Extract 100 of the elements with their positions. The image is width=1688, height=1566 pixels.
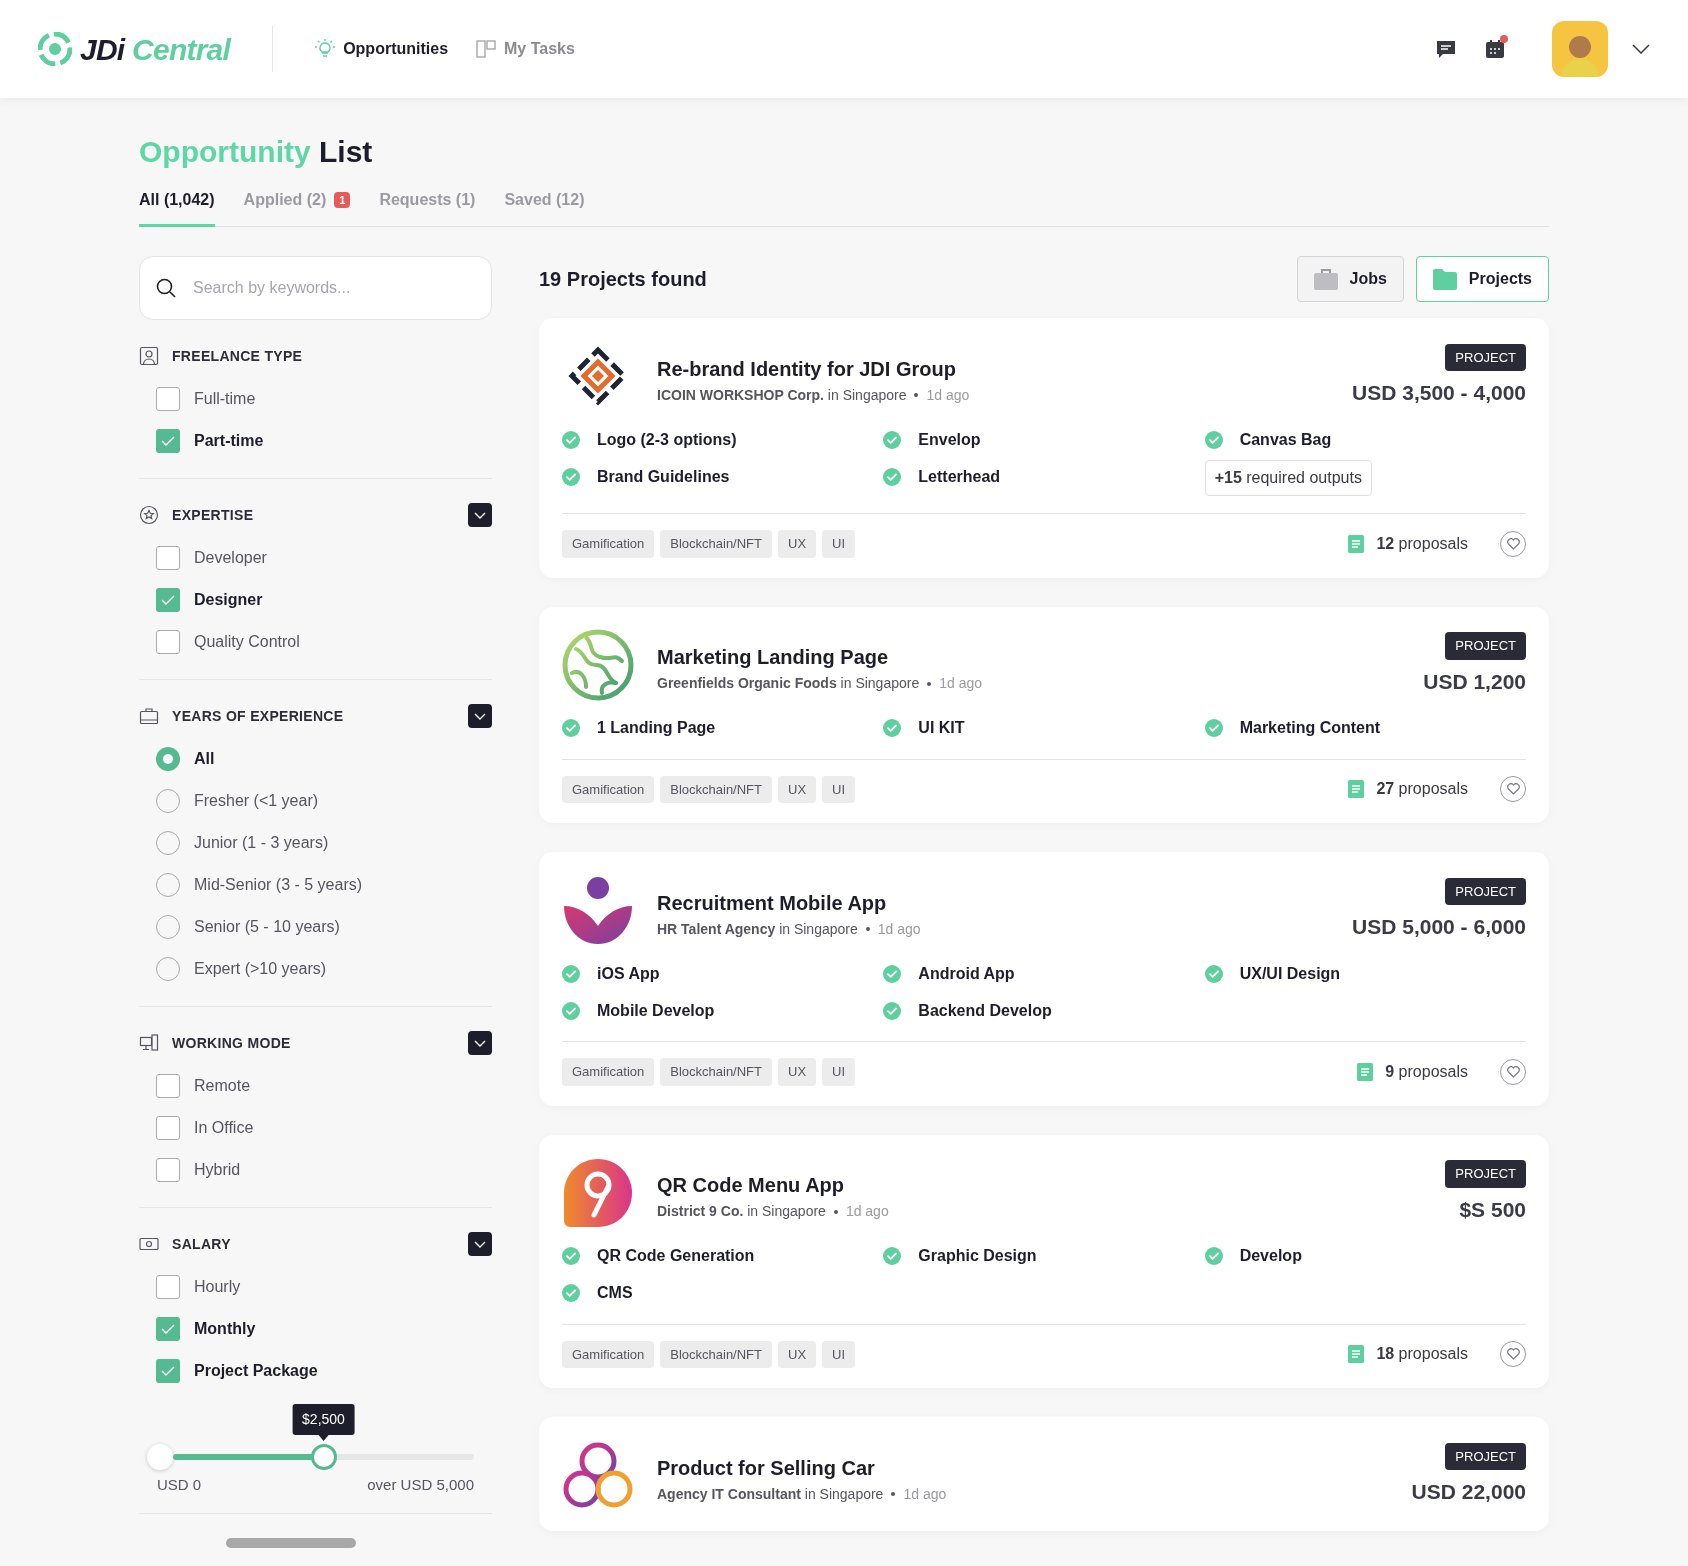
deliverable: Backend Develop bbox=[918, 1000, 1052, 1021]
checkbox[interactable] bbox=[156, 1158, 180, 1182]
collapse-button[interactable] bbox=[468, 503, 492, 527]
project-card[interactable]: Recruitment Mobile App HR Talent Agency in Singapore 1d ago PROJECT USD 5,000 - 6,000 iOS App Android App UX/UI Design Mobile Develop Backend Develop Gamification Blockchain/NFT UX UI 9 proposals bbox=[539, 852, 1549, 1106]
tag: Gamification bbox=[562, 1058, 655, 1086]
deliverable: 1 Landing Page bbox=[597, 718, 716, 738]
slider-handle[interactable] bbox=[147, 1444, 173, 1470]
deliverable: Canvas Bag bbox=[1239, 429, 1332, 450]
tag: Blockchain/NFT bbox=[660, 775, 772, 803]
checkbox[interactable] bbox=[156, 546, 180, 570]
deliverable: UX/UI Design bbox=[1239, 963, 1341, 984]
filter-heading: SALARY bbox=[172, 1234, 231, 1254]
tag: UX bbox=[778, 775, 817, 803]
check-icon bbox=[562, 719, 580, 737]
chat-icon bbox=[1436, 39, 1456, 59]
company-location: HR Talent Agency in Singapore bbox=[657, 919, 858, 939]
project-card[interactable]: Marketing Landing Page Greenfields Organic Foods in Singapore 1d ago PROJECT USD 1,200 1 Landing Page UI KIT Marketing Content Gamification Blockchain/NFT UX UI 27 proposals bbox=[539, 606, 1549, 823]
chevron-down-icon bbox=[474, 1240, 486, 1248]
search-field[interactable]: Search by keywords... bbox=[139, 256, 492, 320]
checkmark-icon bbox=[161, 1366, 175, 1376]
deliverable: Logo (2-3 options) bbox=[597, 429, 737, 450]
avatar[interactable] bbox=[1552, 21, 1608, 77]
project-card[interactable]: QR Code Menu App District 9 Co. in Singapore 1d ago PROJECT $S 500 QR Code Generation Graphic Design Develop CMS Gamification Blockchain/NFT UX UI 18 proposals bbox=[539, 1134, 1549, 1388]
view-toggle-button[interactable]: Projects bbox=[1415, 256, 1549, 302]
project-card[interactable] bbox=[539, 318, 1549, 578]
option-label: Monthly bbox=[194, 1319, 256, 1339]
proposal-count: 9 proposals bbox=[1385, 1061, 1468, 1082]
results-count: 19 Projects found bbox=[539, 267, 707, 292]
document-icon bbox=[1357, 1062, 1374, 1081]
project-title[interactable]: QR Code Menu App bbox=[657, 1171, 1423, 1199]
price: USD 22,000 bbox=[1411, 1479, 1526, 1505]
option-label: Expert (>10 years) bbox=[194, 959, 327, 979]
check-icon bbox=[562, 467, 580, 486]
check-icon bbox=[1204, 719, 1223, 737]
check-icon bbox=[883, 1001, 902, 1020]
radio-button[interactable] bbox=[156, 915, 180, 939]
tag: Blockchain/NFT bbox=[660, 530, 772, 558]
checkbox[interactable] bbox=[156, 630, 180, 654]
filter-heading: WORKING MODE bbox=[172, 1033, 291, 1053]
collapse-button[interactable] bbox=[468, 704, 492, 728]
document-icon bbox=[1348, 1345, 1365, 1364]
checkbox[interactable] bbox=[156, 588, 180, 612]
deliverable: Graphic Design bbox=[918, 1246, 1037, 1266]
deliverable: Brand Guidelines bbox=[597, 466, 730, 487]
document-icon bbox=[1348, 780, 1365, 799]
tab[interactable]: All (1,042) bbox=[139, 188, 215, 227]
board-icon bbox=[476, 39, 497, 59]
proposal-count: 12 proposals bbox=[1376, 533, 1468, 554]
checkbox[interactable] bbox=[156, 1116, 180, 1140]
nav-link[interactable]: Opportunities bbox=[315, 37, 449, 61]
posted-time: 1d ago bbox=[877, 919, 921, 939]
checkbox[interactable] bbox=[156, 1275, 180, 1299]
deliverable: Develop bbox=[1239, 1246, 1302, 1266]
filter-heading: YEARS OF EXPERIENCE bbox=[172, 706, 344, 726]
check-icon bbox=[883, 467, 902, 486]
chevron-down-icon bbox=[474, 712, 486, 720]
option-label: Quality Control bbox=[194, 632, 300, 652]
scrollbar-thumb[interactable] bbox=[226, 1538, 356, 1548]
filter-heading: FREELANCE TYPE bbox=[172, 346, 303, 366]
heart-icon bbox=[1506, 1065, 1520, 1078]
chevron-down-icon[interactable] bbox=[1632, 44, 1650, 54]
check-icon bbox=[562, 430, 580, 449]
project-card[interactable]: Product for Selling Car Agency IT Consultant in Singapore 1d ago PROJECT USD 22,000 bbox=[539, 1417, 1549, 1531]
heart-icon bbox=[1506, 1348, 1520, 1361]
option-label: Designer bbox=[194, 590, 263, 610]
option-label: Full-time bbox=[194, 389, 256, 409]
radio-button[interactable] bbox=[156, 747, 180, 771]
checkbox[interactable] bbox=[156, 387, 180, 411]
more-outputs-chip[interactable]: +15 required outputs bbox=[1204, 460, 1372, 496]
deliverable: Envelop bbox=[918, 429, 981, 450]
project-title[interactable]: Product for Selling Car bbox=[657, 1453, 1389, 1482]
tag: Blockchain/NFT bbox=[660, 1340, 772, 1368]
project-title[interactable]: Marketing Landing Page bbox=[657, 643, 1401, 671]
tag: UX bbox=[778, 530, 817, 558]
tag: UI bbox=[822, 1340, 856, 1368]
checkbox[interactable] bbox=[156, 429, 180, 453]
max-label: over USD 5,000 bbox=[367, 1475, 474, 1495]
option-label: Hybrid bbox=[194, 1160, 241, 1180]
deliverable: UI KIT bbox=[918, 718, 965, 738]
checkbox[interactable] bbox=[156, 1074, 180, 1098]
tag: UX bbox=[778, 1058, 817, 1086]
view-toggle-button[interactable]: Jobs bbox=[1296, 256, 1404, 302]
option-label: All bbox=[194, 749, 215, 769]
collapse-button[interactable] bbox=[468, 1232, 492, 1256]
project-title[interactable]: Re-brand Identity for JDI Group bbox=[657, 354, 1330, 383]
tag: Gamification bbox=[562, 775, 655, 803]
checkbox[interactable] bbox=[156, 1359, 180, 1383]
price: USD 3,500 - 4,000 bbox=[1352, 380, 1526, 406]
posted-time: 1d ago bbox=[903, 1484, 947, 1504]
collapse-button[interactable] bbox=[468, 1031, 492, 1055]
check-icon bbox=[883, 1247, 902, 1265]
tag: Blockchain/NFT bbox=[660, 1058, 772, 1086]
slider-handle[interactable] bbox=[310, 1444, 337, 1470]
option-label: Developer bbox=[194, 548, 267, 568]
check-icon bbox=[562, 964, 580, 983]
option-label: In Office bbox=[194, 1118, 254, 1138]
type-badge: PROJECT bbox=[1445, 343, 1526, 371]
person-logo-icon bbox=[562, 874, 634, 946]
project-title[interactable]: Recruitment Mobile App bbox=[657, 888, 1330, 917]
checkbox[interactable] bbox=[156, 1317, 180, 1341]
